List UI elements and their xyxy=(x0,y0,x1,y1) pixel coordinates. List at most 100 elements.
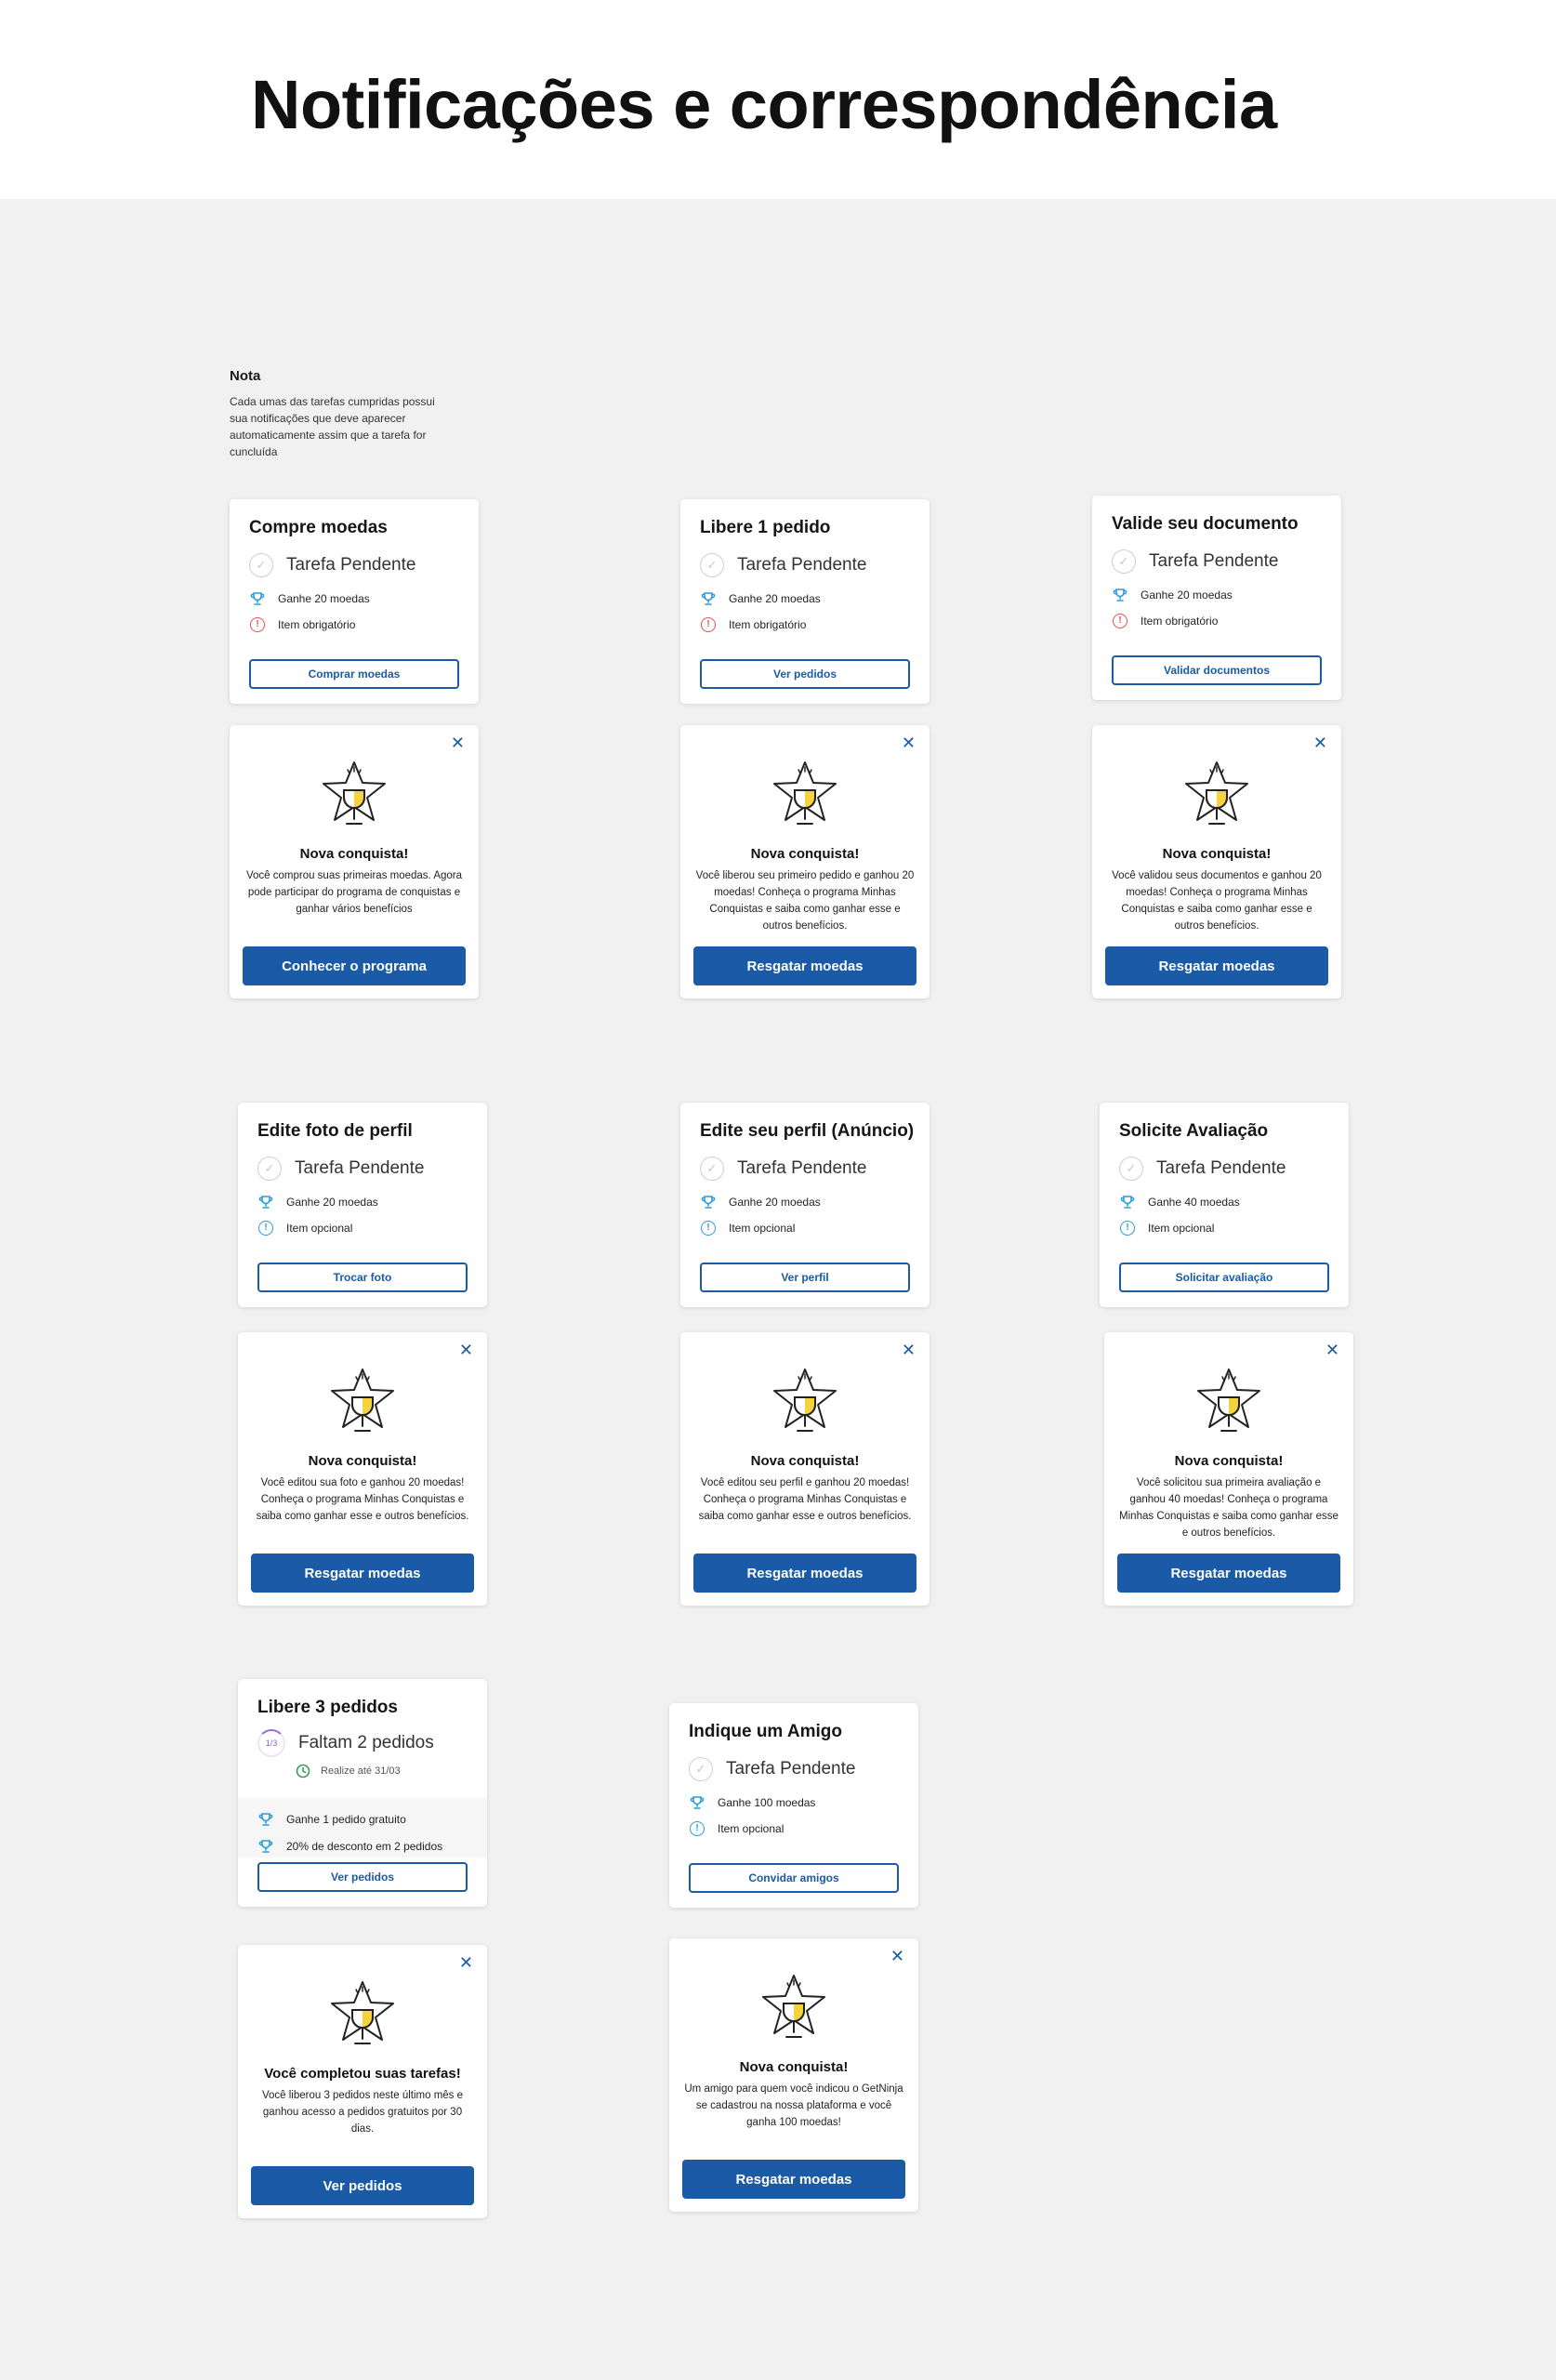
task-status: Faltam 2 pedidos xyxy=(298,1733,434,1752)
achievement-body: Você editou sua foto e ganhou 20 moedas!… xyxy=(256,1477,469,1522)
task-reward: 20% de desconto em 2 pedidos xyxy=(286,1840,443,1853)
ver-perfil-button[interactable]: Ver perfil xyxy=(700,1263,910,1292)
alert-icon: ! xyxy=(1112,613,1128,629)
trophy-icon xyxy=(1112,587,1128,603)
achievement-body: Um amigo para quem você indicou o GetNin… xyxy=(684,2083,903,2128)
trophy-icon xyxy=(1180,759,1253,831)
achievement-modal: ✕ Nova conquista! Você validou seus docume… xyxy=(1092,725,1341,998)
convidar-amigos-button[interactable]: Convidar amigos xyxy=(689,1863,899,1893)
achievement-title: Nova conquista! xyxy=(739,2059,849,2075)
achievement-modal: ✕ Nova conquista! Você editou sua foto e g… xyxy=(238,1332,487,1606)
validar-documentos-button[interactable]: Validar documentos xyxy=(1112,655,1322,685)
conhecer-o-programa-button[interactable]: Conhecer o programa xyxy=(243,946,466,985)
task-requirement: Item opcional xyxy=(718,1822,785,1835)
solicitar-avaliacao-button[interactable]: Solicitar avaliação xyxy=(1119,1263,1329,1292)
achievement-modal: ✕ Nova conquista! Você comprou suas primei… xyxy=(230,725,479,998)
task-card-libere-3-pedidos: Libere 3 pedidos 1/3 Faltam 2 pedidos Re… xyxy=(238,1679,487,1907)
trophy-icon xyxy=(758,1972,830,2044)
achievement-body: Você validou seus documentos e ganhou 20… xyxy=(1112,870,1322,932)
close-icon[interactable]: ✕ xyxy=(459,1954,473,1971)
achievement-body: Você solicitou sua primeira avaliação e … xyxy=(1119,1477,1338,1539)
task-card-edite-seu-perfil-anuncio: Edite seu perfil (Anúncio) ✓ Tarefa Penden… xyxy=(680,1103,930,1307)
ver-pedidos-button[interactable]: Ver pedidos xyxy=(257,1862,468,1892)
task-status: Tarefa Pendente xyxy=(1156,1158,1286,1178)
close-icon[interactable]: ✕ xyxy=(1325,1342,1339,1358)
trophy-icon xyxy=(326,1978,399,2051)
check-circle-icon: ✓ xyxy=(257,1157,282,1181)
trocar-foto-button[interactable]: Trocar foto xyxy=(257,1263,468,1292)
task-title: Valide seu documento xyxy=(1112,514,1299,534)
clock-icon xyxy=(295,1763,311,1779)
page-title: Notificações e correspondência xyxy=(251,66,1277,143)
comprar-moedas-button[interactable]: Comprar moedas xyxy=(249,659,459,689)
progress-ring: 1/3 xyxy=(257,1729,285,1757)
task-card-edite-foto-de-perfil: Edite foto de perfil ✓ Tarefa Pendente Ganh… xyxy=(238,1103,487,1307)
task-status: Tarefa Pendente xyxy=(737,555,867,575)
achievement-title: Nova conquista! xyxy=(750,1453,860,1469)
achievement-modal: ✕ Nova conquista! Você solicitou sua prime… xyxy=(1104,1332,1353,1606)
resgatar-moedas-button[interactable]: Resgatar moedas xyxy=(693,1554,916,1593)
resgatar-moedas-button[interactable]: Resgatar moedas xyxy=(682,2160,905,2199)
achievement-body: Você comprou suas primeiras moedas. Agor… xyxy=(245,870,463,915)
task-requirement: Item obrigatório xyxy=(729,618,807,631)
resgatar-moedas-button[interactable]: Resgatar moedas xyxy=(693,946,916,985)
alert-icon: ! xyxy=(700,616,717,633)
info-icon: ! xyxy=(689,1820,705,1837)
check-circle-icon: ✓ xyxy=(700,553,724,577)
trophy-icon xyxy=(700,1194,717,1210)
achievement-title: Nova conquista! xyxy=(1174,1453,1284,1469)
task-card-valide-seu-documento: Valide seu documento ✓ Tarefa Pendente Ganh… xyxy=(1092,496,1341,700)
trophy-icon xyxy=(326,1366,399,1438)
task-title: Compre moedas xyxy=(249,518,388,537)
task-status: Tarefa Pendente xyxy=(295,1158,425,1178)
resgatar-moedas-button[interactable]: Resgatar moedas xyxy=(1117,1554,1340,1593)
close-icon[interactable]: ✕ xyxy=(902,734,916,751)
achievement-title: Nova conquista! xyxy=(750,846,860,862)
info-icon: ! xyxy=(700,1220,717,1236)
note-body: Cada umas das tarefas cumpridas possui s… xyxy=(230,395,435,458)
ver-pedidos-button[interactable]: Ver pedidos xyxy=(251,2166,474,2205)
achievement-title: Nova conquista! xyxy=(308,1453,417,1469)
task-title: Edite seu perfil (Anúncio) xyxy=(700,1121,915,1141)
close-icon[interactable]: ✕ xyxy=(890,1948,904,1964)
task-reward: Ganhe 100 moedas xyxy=(718,1796,816,1809)
achievement-modal: ✕ Nova conquista! Você liberou seu primeir… xyxy=(680,725,930,998)
trophy-icon xyxy=(769,1366,841,1438)
note-title: Nota xyxy=(230,368,261,384)
task-reward: Ganhe 20 moedas xyxy=(286,1196,378,1209)
achievement-modal: ✕ Nova conquista! Um amigo para quem você … xyxy=(669,1938,918,2212)
info-icon: ! xyxy=(257,1220,274,1236)
task-title: Libere 1 pedido xyxy=(700,518,831,537)
trophy-icon xyxy=(1193,1366,1265,1438)
trophy-icon xyxy=(700,590,717,607)
task-reward: Ganhe 20 moedas xyxy=(729,1196,821,1209)
trophy-icon xyxy=(257,1811,274,1828)
task-reward: Ganhe 20 moedas xyxy=(729,592,821,605)
task-reward: Ganhe 40 moedas xyxy=(1148,1196,1240,1209)
close-icon[interactable]: ✕ xyxy=(902,1342,916,1358)
task-status: Tarefa Pendente xyxy=(286,555,416,575)
close-icon[interactable]: ✕ xyxy=(459,1342,473,1358)
task-card-compre-moedas: Compre moedas ✓ Tarefa Pendente Ganhe 20 mo… xyxy=(230,499,479,704)
task-requirement: Item opcional xyxy=(1148,1222,1215,1235)
trophy-icon xyxy=(257,1194,274,1210)
task-requirement: Item opcional xyxy=(729,1222,796,1235)
info-icon: ! xyxy=(1119,1220,1136,1236)
close-icon[interactable]: ✕ xyxy=(451,734,465,751)
trophy-icon xyxy=(257,1838,274,1855)
resgatar-moedas-button[interactable]: Resgatar moedas xyxy=(251,1554,474,1593)
alert-icon: ! xyxy=(249,616,266,633)
resgatar-moedas-button[interactable]: Resgatar moedas xyxy=(1105,946,1328,985)
task-card-solicite-avaliacao: Solicite Avaliação ✓ Tarefa Pendente Ganhe … xyxy=(1100,1103,1349,1307)
close-icon[interactable]: ✕ xyxy=(1313,734,1327,751)
note: Nota Cada umas das tarefas cumpridas pos… xyxy=(230,368,453,460)
task-title: Libere 3 pedidos xyxy=(257,1698,398,1717)
task-card-indique-um-amigo: Indique um Amigo ✓ Tarefa Pendente Ganhe 10… xyxy=(669,1703,918,1908)
task-reward: Ganhe 20 moedas xyxy=(1141,588,1233,602)
ver-pedidos-button[interactable]: Ver pedidos xyxy=(700,659,910,689)
trophy-icon xyxy=(689,1794,705,1811)
check-circle-icon: ✓ xyxy=(689,1757,713,1781)
task-requirement: Item obrigatório xyxy=(1141,615,1219,628)
achievement-body: Você liberou 3 pedidos neste último mês … xyxy=(261,2090,464,2135)
page-header: Notificações e correspondência xyxy=(0,0,1556,199)
